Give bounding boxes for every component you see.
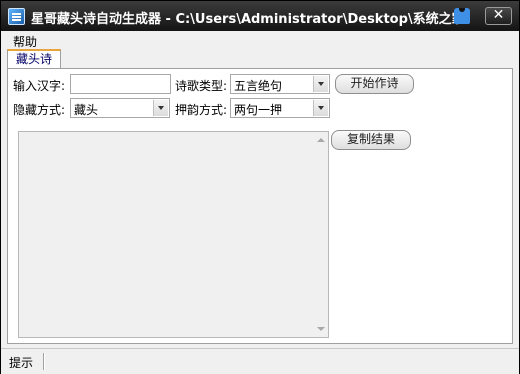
poem-type-value: 五言绝句 [234, 79, 283, 93]
skin-icon[interactable] [454, 8, 470, 24]
input-label: 输入汉字: [13, 79, 66, 93]
scroll-up-icon[interactable] [317, 138, 325, 142]
hide-mode-value: 藏头 [74, 103, 99, 117]
title-bar[interactable]: 星哥藏头诗自动生成器 - C:\Users\Administrator\Desk… [1, 1, 519, 31]
scroll-down-icon[interactable] [317, 327, 325, 331]
app-window: 星哥藏头诗自动生成器 - C:\Users\Administrator\Desk… [0, 0, 520, 374]
app-icon [8, 8, 25, 25]
hide-mode-label: 隐藏方式: [13, 103, 66, 117]
menu-item-help[interactable]: 帮助 [13, 33, 37, 50]
hide-mode-select[interactable]: 藏头 [70, 98, 170, 118]
start-button[interactable]: 开始作诗 [335, 74, 414, 94]
rhyme-mode-label: 押韵方式: [175, 103, 228, 117]
tab-acrostic[interactable]: 藏头诗 [7, 49, 61, 69]
menu-bar: 帮助 [1, 31, 519, 49]
rhyme-mode-value: 两句一押 [234, 103, 283, 117]
poem-type-select[interactable]: 五言绝句 [230, 74, 330, 94]
status-divider [43, 353, 45, 370]
chevron-down-icon[interactable] [313, 76, 328, 92]
close-button[interactable]: ✕ [485, 7, 512, 25]
status-bar: 提示 [1, 348, 519, 374]
chevron-down-icon[interactable] [313, 100, 328, 116]
chevron-down-icon[interactable] [153, 100, 168, 116]
copy-result-button[interactable]: 复制结果 [331, 130, 411, 150]
status-label: 提示 [9, 356, 34, 370]
rhyme-mode-select[interactable]: 两句一押 [230, 98, 330, 118]
poem-type-label: 诗歌类型: [175, 79, 228, 93]
result-scrollbar[interactable] [314, 132, 328, 337]
window-title: 星哥藏头诗自动生成器 - C:\Users\Administrator\Desk… [31, 12, 465, 27]
input-chars-field[interactable] [70, 74, 171, 94]
result-textarea[interactable] [18, 131, 329, 338]
